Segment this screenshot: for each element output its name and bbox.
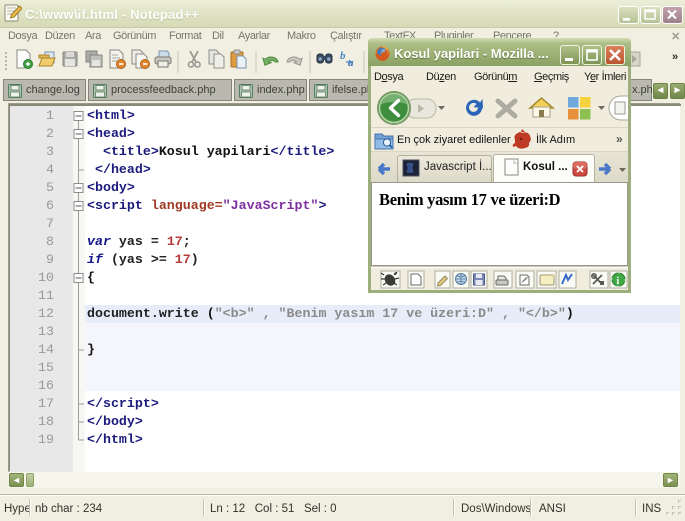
svg-text:b: b <box>340 50 346 62</box>
svg-text:»: » <box>672 51 678 63</box>
svg-text:a: a <box>348 57 354 69</box>
svg-text:i: i <box>617 276 620 287</box>
